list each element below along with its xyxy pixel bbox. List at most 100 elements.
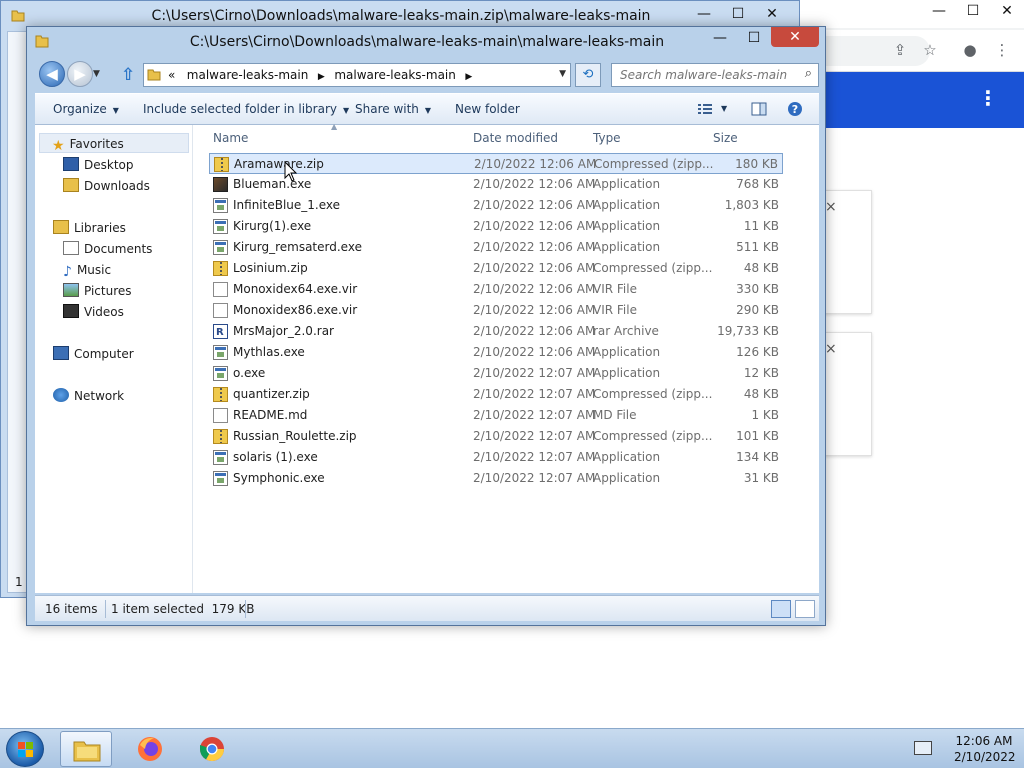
file-name: Kirurg(1).exe <box>233 219 312 233</box>
page-menu-icon[interactable]: ⋮ <box>978 86 998 110</box>
file-row[interactable]: Mythlas.exe 2/10/2022 12:06 AM Application… <box>209 342 783 363</box>
search-input[interactable] <box>612 64 792 86</box>
nav-item-favorites[interactable]: ★ Favorites <box>39 133 189 154</box>
search-icon[interactable]: ⌕ <box>805 66 812 81</box>
minimize-button[interactable]: — <box>687 3 721 25</box>
large-icons-view-button[interactable] <box>795 600 815 618</box>
taskbar-chrome-button[interactable] <box>186 731 238 767</box>
nav-item-computer[interactable]: Computer <box>53 344 134 364</box>
nav-item-documents[interactable]: Documents <box>63 239 152 259</box>
page-header-bar: ⋮ <box>800 72 1024 128</box>
forward-button[interactable]: ▶ <box>67 61 93 87</box>
chrome-minimize-button[interactable]: — <box>922 0 956 22</box>
close-button[interactable]: ✕ <box>755 3 789 25</box>
start-button[interactable] <box>6 731 44 767</box>
file-size: 290 KB <box>736 303 779 317</box>
file-row[interactable]: solaris (1).exe 2/10/2022 12:07 AM Applica… <box>209 447 783 468</box>
file-type: Application <box>593 198 661 212</box>
breadcrumb-item[interactable]: malware-leaks-main <box>334 68 456 82</box>
card-close-icon[interactable]: × <box>825 199 837 215</box>
preview-pane-icon[interactable] <box>751 102 767 116</box>
network-tray-icon[interactable] <box>914 741 932 755</box>
chrome-close-button[interactable]: ✕ <box>990 0 1024 22</box>
file-row[interactable]: Monoxidex64.exe.vir 2/10/2022 12:06 AM VIR… <box>209 279 783 300</box>
chrome-window[interactable]: — ☐ ✕ ⇪ ☆ ● ⋮ ⋮ × × <box>800 0 1024 728</box>
address-dropdown-icon[interactable]: ▼ <box>559 69 566 79</box>
file-type: Application <box>593 177 661 191</box>
column-header-name[interactable]: Name <box>213 125 248 151</box>
downloads-folder-icon <box>63 178 79 192</box>
file-type: Application <box>593 366 661 380</box>
taskbar-explorer-button[interactable] <box>60 731 112 767</box>
file-size: 11 KB <box>743 219 779 233</box>
nav-item-music[interactable]: ♪ Music <box>63 260 111 280</box>
maximize-button[interactable]: ☐ <box>737 27 771 49</box>
file-row[interactable]: Kirurg_remsaterd.exe 2/10/2022 12:06 AM Ap… <box>209 237 783 258</box>
file-date: 2/10/2022 12:06 AM <box>473 261 596 275</box>
up-arrow-icon[interactable]: ⇧ <box>121 65 135 85</box>
documents-icon <box>63 241 79 255</box>
refresh-button[interactable]: ⟲ <box>575 63 601 87</box>
nav-item-downloads[interactable]: Downloads <box>63 176 150 196</box>
change-view-icon[interactable] <box>697 102 713 116</box>
minimize-button[interactable]: — <box>703 27 737 49</box>
breadcrumb-overflow-chevron[interactable]: « <box>168 68 175 82</box>
file-size: 134 KB <box>736 450 779 464</box>
nav-label: Computer <box>74 347 134 361</box>
share-with-button[interactable]: Share with ▼ <box>355 94 431 124</box>
file-date: 2/10/2022 12:07 AM <box>473 450 596 464</box>
file-row[interactable]: quantizer.zip 2/10/2022 12:07 AM Compresse… <box>209 384 783 405</box>
file-row[interactable]: Monoxidex86.exe.vir 2/10/2022 12:06 AM VIR… <box>209 300 783 321</box>
file-row[interactable]: InfiniteBlue_1.exe 2/10/2022 12:06 AM Appl… <box>209 195 783 216</box>
nav-item-libraries[interactable]: Libraries <box>53 218 126 238</box>
nav-item-videos[interactable]: Videos <box>63 302 124 322</box>
card-close-icon[interactable]: × <box>825 341 837 357</box>
file-row[interactable]: Russian_Roulette.zip 2/10/2022 12:07 AM Co… <box>209 426 783 447</box>
notification-card[interactable]: × <box>820 190 872 314</box>
file-row[interactable]: Symphonic.exe 2/10/2022 12:07 AM Applicati… <box>209 468 783 489</box>
file-row[interactable]: o.exe 2/10/2022 12:07 AM Application 12 KB <box>209 363 783 384</box>
breadcrumb-item[interactable]: malware-leaks-main <box>187 68 309 82</box>
nav-item-desktop[interactable]: Desktop <box>63 155 134 175</box>
nav-label: Favorites <box>69 137 124 151</box>
search-box[interactable]: ⌕ <box>611 63 819 87</box>
taskbar-firefox-button[interactable] <box>124 731 176 767</box>
include-in-library-button[interactable]: Include selected folder in library ▼ <box>143 94 349 124</box>
breadcrumb-separator-icon[interactable]: ▶ <box>460 72 472 82</box>
column-header-date[interactable]: Date modified <box>473 125 558 151</box>
close-button[interactable]: ✕ <box>771 27 819 47</box>
explorer-window[interactable]: C:\Users\Cirno\Downloads\malware-leaks-m… <box>26 26 826 626</box>
new-folder-button[interactable]: New folder <box>455 94 520 124</box>
help-icon[interactable]: ? <box>787 101 803 117</box>
chrome-menu-icon[interactable]: ⋮ <box>992 40 1012 60</box>
chevron-down-icon: ▼ <box>342 106 350 115</box>
file-row[interactable]: Kirurg(1).exe 2/10/2022 12:06 AM Applicati… <box>209 216 783 237</box>
column-header-size[interactable]: Size <box>713 125 738 151</box>
nav-item-pictures[interactable]: Pictures <box>63 281 132 301</box>
recent-pages-dropdown-icon[interactable]: ▼ <box>93 69 100 79</box>
address-bar[interactable]: « malware-leaks-main ▶ malware-leaks-mai… <box>143 63 571 87</box>
organize-button[interactable]: Organize ▼ <box>53 94 119 124</box>
breadcrumb-separator-icon[interactable]: ▶ <box>312 72 330 82</box>
maximize-button[interactable]: ☐ <box>721 3 755 25</box>
share-icon[interactable]: ⇪ <box>890 40 910 60</box>
nav-label: Network <box>74 389 125 403</box>
file-size: 126 KB <box>736 345 779 359</box>
file-row[interactable]: README.md 2/10/2022 12:07 AM MD File 1 KB <box>209 405 783 426</box>
profile-avatar-icon[interactable]: ● <box>960 40 980 60</box>
file-row[interactable]: Losinium.zip 2/10/2022 12:06 AM Compressed… <box>209 258 783 279</box>
chrome-maximize-button[interactable]: ☐ <box>956 0 990 22</box>
nav-label: Pictures <box>84 284 132 298</box>
sort-ascending-icon: ▲ <box>331 122 338 131</box>
notification-card[interactable]: × <box>820 332 872 456</box>
desktop-icon <box>63 157 79 171</box>
column-header-type[interactable]: Type <box>593 125 621 151</box>
back-button[interactable]: ◀ <box>39 61 65 87</box>
file-row[interactable]: MrsMajor_2.0.rar 2/10/2022 12:06 AMrar Ar… <box>209 321 783 343</box>
clock[interactable]: 12:06 AM 2/10/2022 <box>954 733 1016 765</box>
file-date: 2/10/2022 12:07 AM <box>473 366 596 380</box>
details-view-button[interactable] <box>771 600 791 618</box>
view-options-dropdown-icon[interactable]: ▼ <box>721 94 727 124</box>
nav-item-network[interactable]: Network <box>53 386 124 406</box>
bookmark-star-icon[interactable]: ☆ <box>920 40 940 60</box>
